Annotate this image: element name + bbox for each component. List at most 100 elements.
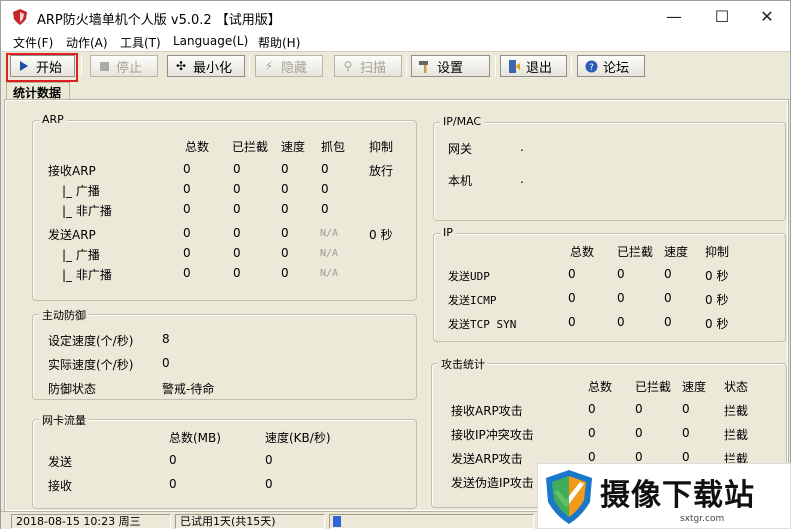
menu-tools[interactable]: 工具(T) [120,34,161,51]
menu-language[interactable]: Language(L) [173,34,248,48]
attack-header: 总数 [588,380,613,394]
arp-cell: 0 [281,226,289,240]
arp-cell: 0 [281,246,289,260]
shield-app-icon [13,9,27,25]
arp-cell: 0 [321,162,329,176]
settings-button-label: 设置 [437,60,464,76]
attack-cell: 0 [635,402,643,416]
ipmac-group-title: IP/MAC [440,115,485,128]
arp-cell: 0 [321,182,329,196]
hide-button[interactable]: ⚡ 隐藏 [255,55,323,77]
door-exit-icon [507,59,521,73]
arp-cell: 0 [183,226,191,240]
arp-cell: 0 [321,202,329,216]
ip-cell: 0 [617,267,625,281]
close-window-button[interactable]: ✕ [744,1,790,32]
arp-row-label: |_ 非广播 [62,204,112,218]
attack-cell: 0 [588,402,596,416]
arp-cell: 0 [233,246,241,260]
nic-traffic-group: 网卡流量 总数(MB) 速度(KB/秒) 发送 0 0 接收 0 0 [32,412,417,509]
ip-group: IP 总数 已拦截 速度 抑制 发送UDP 0 0 0 0 秒 发送ICMP 0… [433,226,786,342]
menu-action[interactable]: 动作(A) [66,34,108,51]
nic-cell: 0 [169,477,177,491]
scan-button[interactable]: ⚲ 扫描 [334,55,402,77]
ip-cell: 0 [664,267,672,281]
arp-cell: 0 [281,162,289,176]
minimize-window-button[interactable]: — [651,1,697,32]
ip-header: 速度 [664,245,689,259]
attack-cell: 拦截 [724,404,749,418]
watermark-shield-icon [546,470,592,524]
toolbar-separator [81,56,82,76]
arp-row-label: 接收ARP [48,164,96,178]
scan-button-label: 扫描 [360,60,387,76]
local-value: . [520,172,524,186]
arp-cell: N/A [320,268,339,279]
lightning-icon: ⚡ [264,59,274,73]
forum-button-label: 论坛 [603,60,630,76]
defense-status-value: 警戒-待命 [162,382,215,396]
nic-header: 总数(MB) [169,431,221,445]
gateway-label: 网关 [448,142,473,156]
ip-cell: 0 [568,267,576,281]
ip-row-label: 发送TCP SYN [448,318,517,331]
ip-cell: 0 [568,315,576,329]
arp-cell: N/A [320,248,339,259]
attack-cell: 0 [635,426,643,440]
nic-cell: 0 [169,453,177,467]
attack-cell: 0 [682,450,690,464]
minimize-button[interactable]: ✣ 最小化 [167,55,245,77]
arp-cell: 0 [281,266,289,280]
menu-help[interactable]: 帮助(H) [258,34,300,51]
nic-group-title: 网卡流量 [39,412,89,428]
arp-cell: N/A [320,228,339,239]
start-button-highlight [6,53,78,82]
ip-cell: 0 [664,315,672,329]
arp-cell: 0 [183,182,191,196]
ipmac-group: IP/MAC 网关 . 本机 . [433,115,786,221]
help-question-icon: ? [584,59,598,73]
attack-header: 已拦截 [635,380,672,394]
ip-row-label: 发送UDP [448,270,490,283]
defense-set-speed-value: 8 [162,332,170,346]
minimize-button-label: 最小化 [193,60,233,76]
arp-cell: 0 [183,246,191,260]
attack-cell: 0 [588,450,596,464]
title-bar: ARP防火墙单机个人版 v5.0.2 【试用版】 — ☐ ✕ [1,1,790,32]
ip-cell: 0 秒 [705,293,729,307]
arp-cell: 0 [183,202,191,216]
ip-cell: 0 [568,291,576,305]
attack-header: 状态 [724,380,749,394]
maximize-window-button[interactable]: ☐ [699,1,745,32]
toolbar: 开始 停止 ✣ 最小化 ⚡ 隐藏 ⚲ 扫描 设置 退出 ? 论坛 [1,52,790,81]
tab-statistics[interactable]: 统计数据 [6,82,70,101]
arp-cell: 0 [233,162,241,176]
toolbar-separator [406,56,407,76]
stop-button[interactable]: 停止 [90,55,158,77]
arp-header-capture: 抓包 [321,140,346,154]
settings-button[interactable]: 设置 [411,55,490,77]
magnifier-icon: ⚲ [343,59,353,73]
attack-group-title: 攻击统计 [438,356,488,372]
status-datetime: 2018-08-15 10:23 周三 [11,514,171,529]
attack-cell: 0 [682,426,690,440]
window-title: ARP防火墙单机个人版 v5.0.2 【试用版】 [37,13,281,28]
arp-row-label: |_ 广播 [62,248,100,262]
forum-button[interactable]: ? 论坛 [577,55,645,77]
attack-header: 速度 [682,380,707,394]
attack-row-label: 接收IP冲突攻击 [451,428,534,442]
arp-cell: 0 [233,266,241,280]
attack-cell: 0 [682,402,690,416]
attack-row-label: 发送伪造IP攻击 [451,476,534,490]
watermark-text: 摄像下载站 [600,478,755,513]
arp-send-suppress: 0 秒 [369,228,393,242]
arp-header-speed: 速度 [281,140,306,154]
defense-row-label: 设定速度(个/秒) [48,334,134,348]
arp-cell: 0 [233,226,241,240]
defense-row-label: 防御状态 [48,382,97,396]
status-trial: 已试用1天(共15天) [175,514,325,529]
attack-cell: 拦截 [724,428,749,442]
exit-button[interactable]: 退出 [500,55,567,77]
attack-row-label: 发送ARP攻击 [451,452,523,466]
menu-file[interactable]: 文件(F) [13,34,53,51]
